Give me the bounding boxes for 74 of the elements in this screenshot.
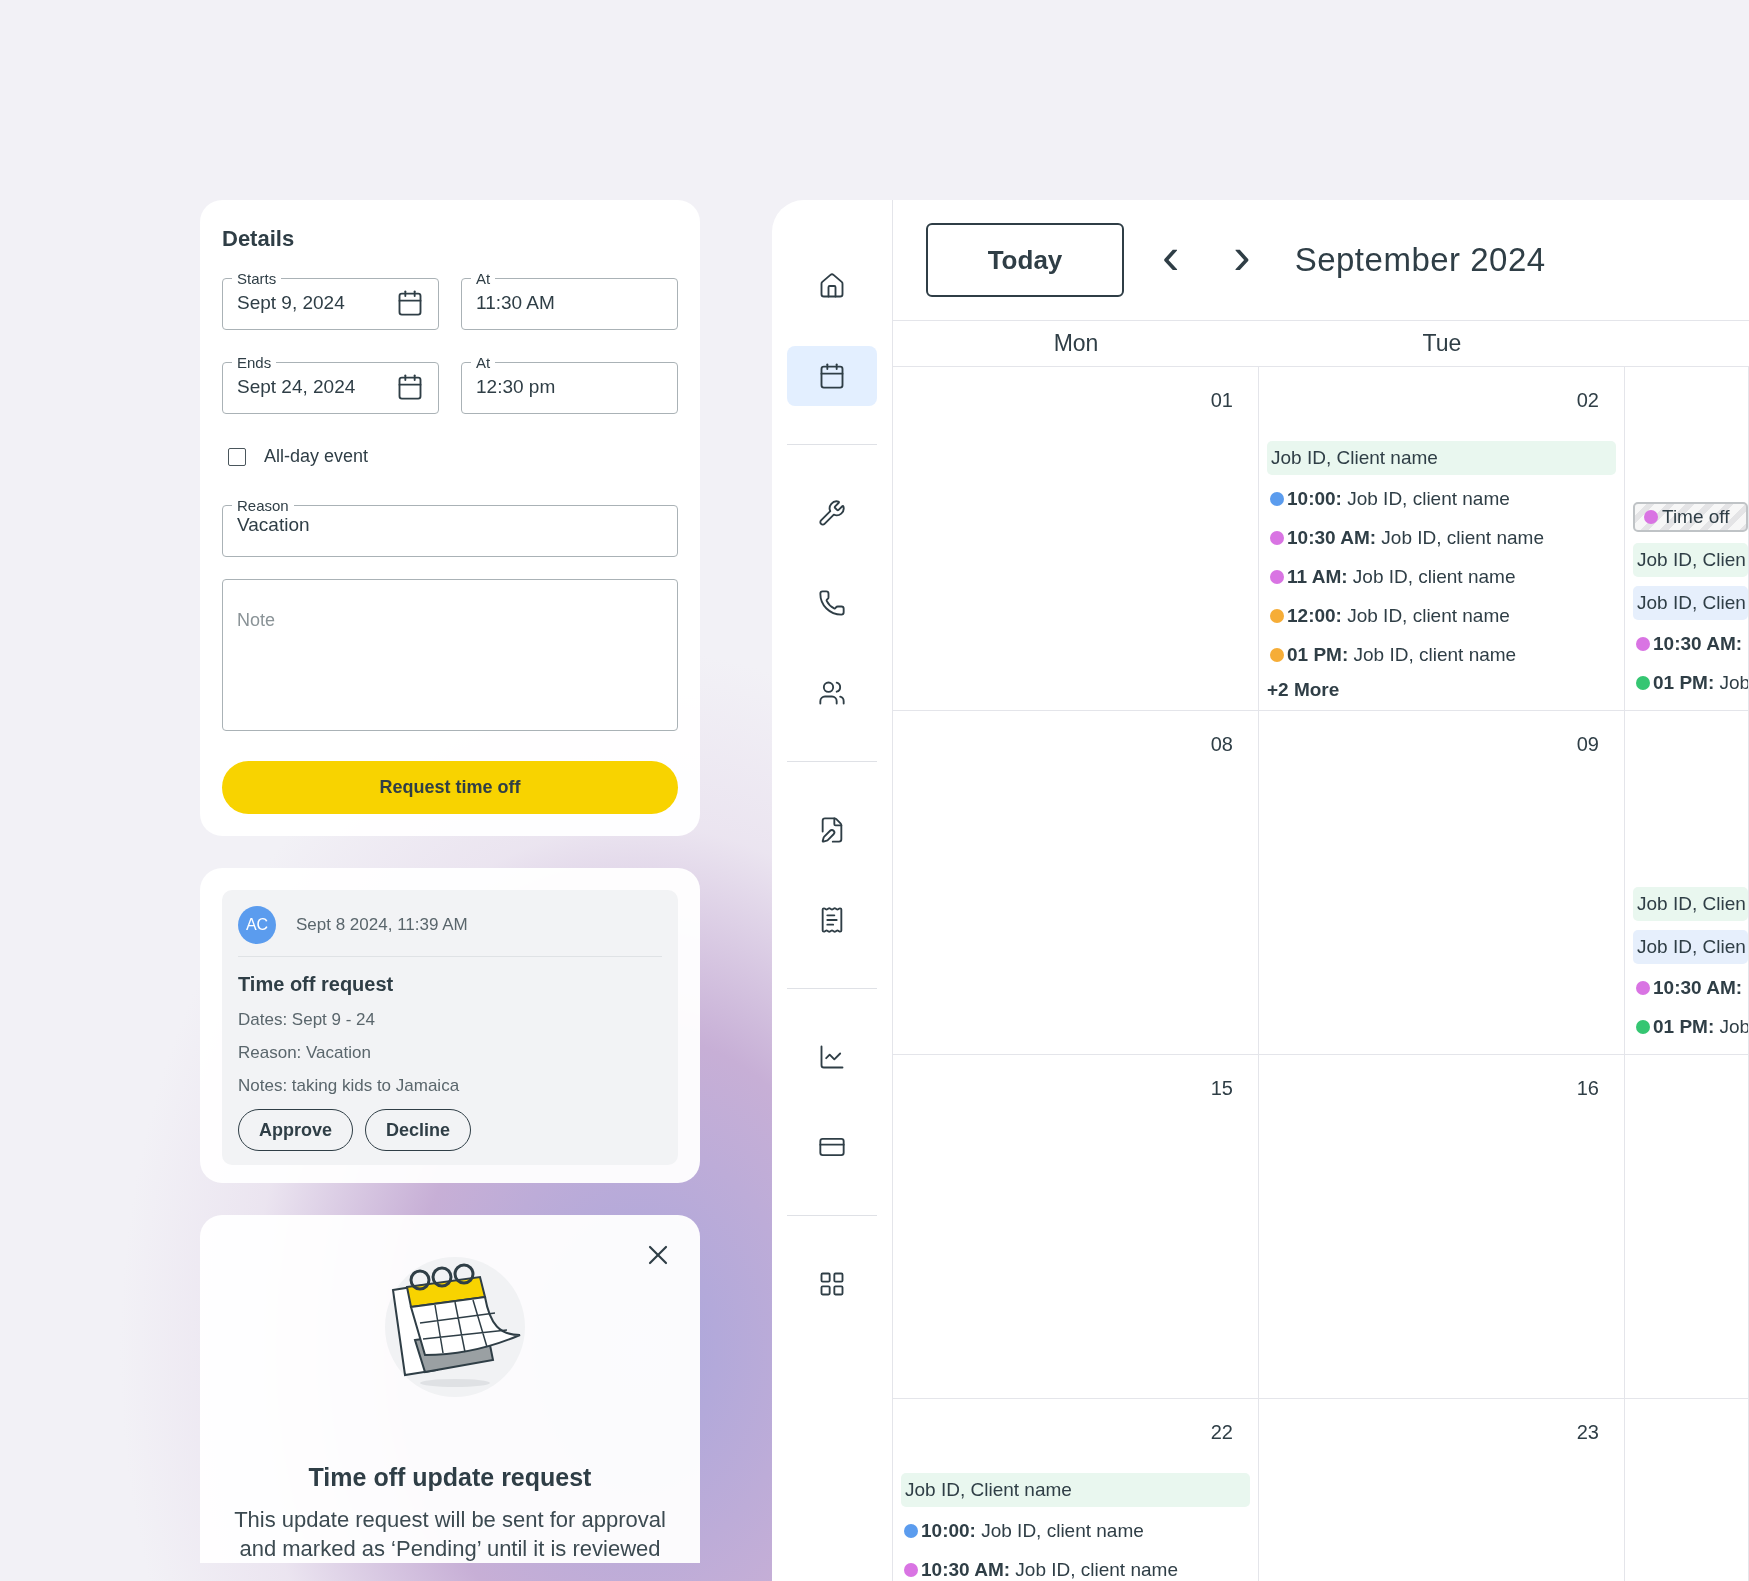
day-number: 15 [1210,1077,1233,1100]
calendar-icon[interactable] [396,289,424,317]
time-input[interactable]: 11:30 AM [476,292,663,314]
day-number: 01 [1210,389,1233,412]
nav-button[interactable] [787,346,877,406]
users-icon [818,679,846,707]
date-input[interactable]: Sept 9, 2024 [237,292,388,314]
day-number: 02 [1576,389,1599,412]
phone-icon [818,589,846,617]
request-detail: Dates: Sept 9 - 24 [238,1010,377,1030]
day-number: 09 [1576,733,1599,756]
day-cell[interactable]: 22 Job ID, Client name 10:00: Job ID, client name 10:30 AM: Job ID, client name [893,1399,1259,1581]
day-number: 22 [1210,1421,1233,1444]
event-chip[interactable]: Job ID, Client name [901,1473,1250,1507]
weekday-header: Tue [1259,321,1625,367]
wrench-icon [818,499,846,527]
time-input[interactable]: 12:30 pm [476,376,663,398]
more-link[interactable]: +2 More [1267,679,1616,701]
date-input[interactable]: Sept 24, 2024 [237,376,388,398]
checkbox[interactable] [228,447,246,466]
modal-title: Time off update request [308,1463,592,1492]
day-number: 23 [1576,1421,1599,1444]
request-button[interactable]: Request time off [222,761,678,814]
day-cell[interactable]: 02 Job ID, Client name 10:00: Job ID, client name 10:30 AM: Job ID, client name 11 AM: Job ID, client name 12:00: Job ID, client name 01 PM: Job ID, client name +2 More [1259,367,1625,711]
event-text[interactable]: 10:30 AM: Job ID, client name [921,1559,1178,1581]
day-cell[interactable]: 08 [893,711,1259,1055]
event-chip[interactable]: Job ID, Clien [1633,930,1748,964]
note-field[interactable]: Note [222,579,678,731]
field-label: At [475,270,492,287]
day-cell[interactable]: 15 [893,1055,1259,1399]
reason-input[interactable]: Vacation [237,514,663,536]
today-button[interactable]: Today [926,223,1124,297]
field-label: Ends [236,354,273,371]
field-label: Starts [236,270,278,287]
next-button[interactable]: › [1225,230,1259,290]
event-text[interactable]: 10:00: Job ID, client name [921,1520,1144,1542]
day-cell[interactable]: 01 [893,367,1259,711]
avatar: AC [238,906,276,944]
event-text[interactable]: 11 AM: Job ID, client name [1287,566,1516,588]
day-cell[interactable] [1625,1055,1749,1399]
day-number: 16 [1576,1077,1599,1100]
day-number: 08 [1210,733,1233,756]
day-cell[interactable]: 09 [1259,711,1625,1055]
card-title: Details [222,226,296,252]
day-cell[interactable]: 16 [1259,1055,1625,1399]
field-label: At [475,354,492,371]
event-chip[interactable]: Job ID, Clien [1633,887,1748,921]
timestamp: Sept 8 2024, 11:39 AM [296,915,468,935]
day-cell[interactable]: 23 [1259,1399,1625,1581]
event-chip[interactable]: Job ID, Clien [1633,543,1748,577]
checkbox-label: All-day event [264,446,369,467]
home-icon [818,272,846,300]
request-title: Time off request [238,973,395,996]
event-text[interactable]: 10:00: Job ID, client name [1287,488,1510,510]
modal-message: This update request will be sent for approval and marked as ‘Pending’ until it is reviewed [233,1506,667,1563]
event-chip[interactable]: Job ID, Client name [1267,441,1616,475]
event-text[interactable]: 01 PM: Job ID, client name [1287,644,1517,666]
event-chip[interactable]: Job ID, Clien [1633,586,1748,620]
field-label: Reason [236,497,290,514]
event-text[interactable]: 12:00: Job ID, client name [1287,605,1510,627]
calendar-icon[interactable] [396,373,424,401]
request-detail: Notes: taking kids to Jamaica [238,1076,461,1096]
weekday-header: Mon [893,321,1259,367]
chart-icon [818,1043,846,1071]
calendar-icon [818,362,846,390]
date-field[interactable]: Ends Sept 24, 2024 [222,354,439,414]
previous-button[interactable]: ‹ [1154,230,1188,290]
event-text[interactable]: 10:30 AM: Job ID, client name [1287,527,1544,549]
event-text[interactable]: 10:30 AM: [1653,977,1743,999]
request-detail: Reason: Vacation [238,1043,372,1063]
event-text[interactable]: 10:30 AM: [1653,633,1743,655]
time-off-chip[interactable]: Time off [1633,502,1748,532]
month-title: September 2024 [1294,241,1546,279]
grid-icon [818,1270,846,1298]
